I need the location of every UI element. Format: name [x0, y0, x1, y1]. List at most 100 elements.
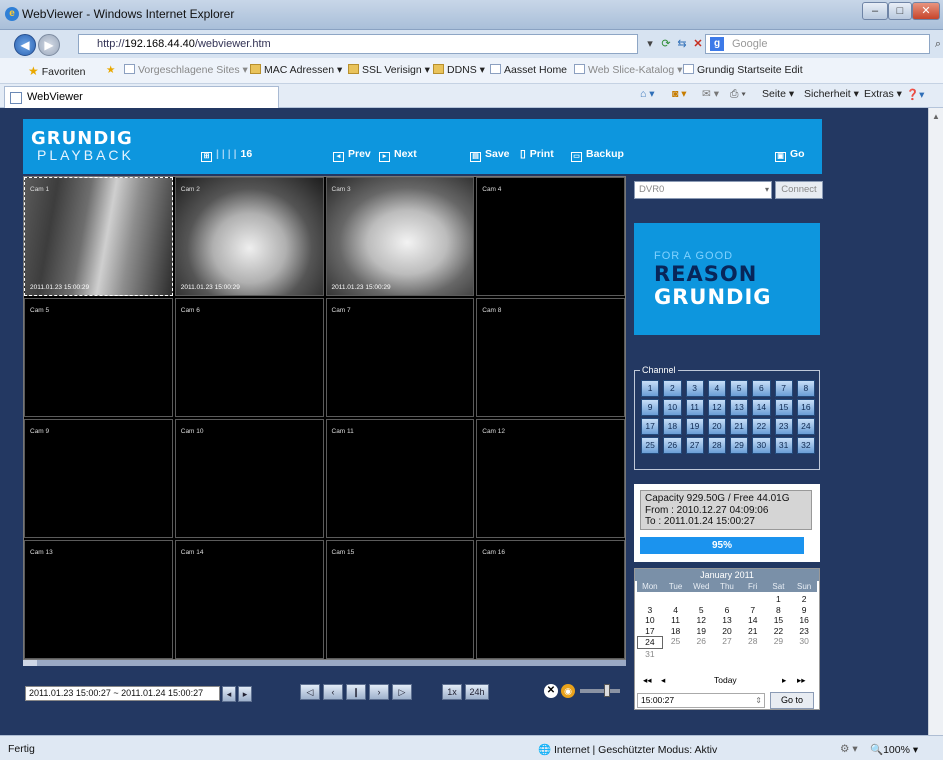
calendar-day[interactable]: 16: [791, 615, 817, 626]
calendar-day[interactable]: 9: [791, 605, 817, 616]
calendar-day[interactable]: 27: [714, 636, 740, 649]
calendar-day[interactable]: 24: [637, 636, 663, 649]
search-icon[interactable]: ⌕: [930, 35, 943, 53]
channel-button[interactable]: 13: [730, 399, 749, 416]
zoom-control[interactable]: 🔍100% ▾: [870, 743, 918, 756]
help-icon[interactable]: ❓▾: [906, 88, 924, 101]
mail-icon[interactable]: ✉ ▾: [702, 88, 719, 100]
channel-button[interactable]: 1: [641, 380, 660, 397]
calendar-day[interactable]: 26: [688, 636, 714, 649]
fav-item-ssl-verisign[interactable]: SSL Verisign ▾: [348, 64, 430, 76]
calendar-day[interactable]: 23: [791, 626, 817, 637]
volume-slider-thumb[interactable]: [604, 684, 610, 697]
camera-tile[interactable]: Cam 10: [174, 419, 324, 538]
camera-tile[interactable]: Cam 7: [325, 298, 475, 417]
go-button[interactable]: ▣ Go: [775, 148, 805, 162]
range-next-button[interactable]: ▸: [238, 686, 252, 702]
channel-button[interactable]: 4: [707, 380, 726, 397]
channel-button[interactable]: 24: [796, 418, 815, 435]
camera-tile[interactable]: Cam 2 2011.01.23 15:00:29: [174, 177, 324, 296]
channel-button[interactable]: 6: [752, 380, 771, 397]
audio-icon[interactable]: ◉: [561, 684, 575, 698]
close-window-button[interactable]: ✕: [912, 2, 940, 20]
channel-button[interactable]: 8: [796, 380, 815, 397]
favorites-button[interactable]: ★ Favoriten: [28, 64, 85, 78]
calendar-day[interactable]: 25: [663, 636, 689, 649]
camera-tile[interactable]: Cam 15: [325, 540, 475, 659]
protected-mode-icon[interactable]: ⚙ ▾: [840, 743, 858, 755]
minimize-button[interactable]: –: [862, 2, 888, 20]
camera-tile[interactable]: Cam 5: [24, 298, 173, 417]
calendar-day[interactable]: 11: [663, 615, 689, 626]
camera-tile[interactable]: Cam 1 2011.01.23 15:00:29: [24, 177, 173, 296]
channel-button[interactable]: 20: [707, 418, 726, 435]
channel-button[interactable]: 31: [774, 437, 793, 454]
add-favorite-icon[interactable]: ★: [106, 64, 115, 76]
range-prev-button[interactable]: ◂: [222, 686, 236, 702]
today-button[interactable]: Today: [714, 675, 737, 685]
channel-button[interactable]: 22: [752, 418, 771, 435]
page-menu[interactable]: Seite ▾: [762, 88, 794, 100]
span-button[interactable]: 24h: [465, 684, 489, 700]
time-range-field[interactable]: 2011.01.23 15:00:27 ~ 2011.01.24 15:00:2…: [25, 686, 220, 701]
layout-16-label[interactable]: 16: [241, 148, 253, 160]
search-input[interactable]: g Google: [705, 34, 930, 54]
camera-tile[interactable]: Cam 6: [174, 298, 324, 417]
calendar-day[interactable]: 10: [637, 615, 663, 626]
play-button[interactable]: ▷: [392, 684, 412, 700]
channel-button[interactable]: 30: [752, 437, 771, 454]
dvr-select[interactable]: DVR0 ▾: [634, 181, 772, 199]
calendar-day[interactable]: 21: [740, 626, 766, 637]
calendar-day[interactable]: 28: [740, 636, 766, 649]
channel-button[interactable]: 9: [641, 399, 660, 416]
channel-button[interactable]: 12: [707, 399, 726, 416]
save-button[interactable]: ▤ Save: [470, 148, 510, 162]
security-menu[interactable]: Sicherheit ▾: [804, 88, 859, 100]
calendar-day[interactable]: 8: [766, 605, 792, 616]
channel-button[interactable]: 29: [730, 437, 749, 454]
calendar-day[interactable]: 12: [688, 615, 714, 626]
scroll-up-icon[interactable]: ▲: [932, 112, 940, 121]
next-month-button[interactable]: ▸: [782, 675, 786, 686]
feeds-icon[interactable]: ◙ ▾: [672, 88, 687, 100]
step-back-button[interactable]: ‹: [323, 684, 343, 700]
channel-button[interactable]: 28: [707, 437, 726, 454]
camera-tile[interactable]: Cam 9: [24, 419, 173, 538]
back-button[interactable]: ◀: [14, 34, 36, 56]
fav-item-grundig-startseite[interactable]: Grundig Startseite Edit: [683, 64, 803, 76]
calendar-day[interactable]: 29: [766, 636, 792, 649]
fav-item-aasset-home[interactable]: Aasset Home: [490, 64, 567, 76]
prev-month-button[interactable]: ◂: [661, 675, 665, 686]
layout-selector[interactable]: ⊞ | | | | 16: [201, 148, 252, 162]
calendar-day[interactable]: 3: [637, 605, 663, 616]
pause-button[interactable]: ❙: [346, 684, 366, 700]
camera-tile[interactable]: Cam 13: [24, 540, 173, 659]
calendar-day[interactable]: 31: [637, 649, 663, 660]
calendar-day[interactable]: 15: [766, 615, 792, 626]
tab-webviewer[interactable]: WebViewer: [4, 86, 279, 108]
extras-menu[interactable]: Extras ▾: [864, 88, 902, 100]
fav-item-suggested-sites[interactable]: Vorgeschlagene Sites ▾: [124, 64, 248, 76]
channel-button[interactable]: 2: [663, 380, 682, 397]
vertical-scrollbar[interactable]: ▲: [928, 108, 943, 735]
camera-tile[interactable]: Cam 16: [476, 540, 625, 659]
security-zone[interactable]: 🌐 Internet | Geschützter Modus: Aktiv: [538, 743, 717, 756]
channel-button[interactable]: 32: [796, 437, 815, 454]
fav-item-mac-adressen[interactable]: MAC Adressen ▾: [250, 64, 342, 76]
volume-track[interactable]: [580, 689, 620, 693]
fav-item-ddns[interactable]: DDNS ▾: [433, 64, 485, 76]
calendar-day[interactable]: 1: [766, 594, 792, 605]
channel-button[interactable]: 23: [774, 418, 793, 435]
print-icon[interactable]: ⎙ ▾: [730, 88, 746, 101]
channel-button[interactable]: 26: [663, 437, 682, 454]
camera-tile[interactable]: Cam 11: [325, 419, 475, 538]
print-button[interactable]: ▯ Print: [520, 148, 554, 160]
channel-button[interactable]: 10: [663, 399, 682, 416]
next-button[interactable]: ▸ Next: [379, 148, 417, 162]
camera-tile[interactable]: Cam 14: [174, 540, 324, 659]
prev-year-button[interactable]: ◂◂: [643, 675, 652, 686]
channel-button[interactable]: 15: [774, 399, 793, 416]
channel-button[interactable]: 19: [685, 418, 704, 435]
camera-tile[interactable]: Cam 3 2011.01.23 15:00:29: [325, 177, 475, 296]
time-input[interactable]: 15:00:27 ⇕: [637, 693, 765, 708]
